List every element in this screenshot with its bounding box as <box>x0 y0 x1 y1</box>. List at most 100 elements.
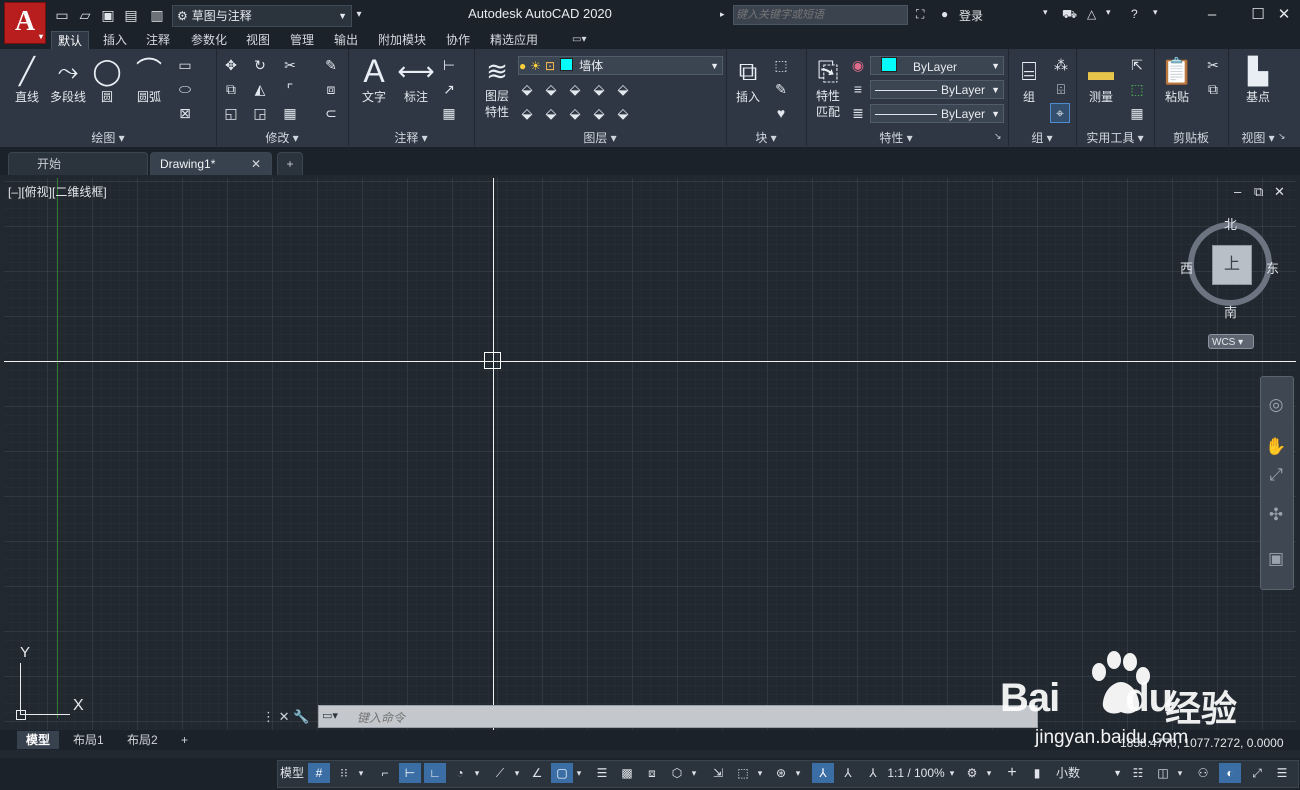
annotation-monitor-icon[interactable]: + <box>1001 763 1023 783</box>
model-space-button[interactable]: 模型 <box>279 763 305 783</box>
isodraft-icon[interactable]: ⟋ <box>489 763 511 783</box>
3d-osnap-icon[interactable]: ⬡ <box>666 763 688 783</box>
open-file-icon[interactable]: ▱ <box>76 6 94 24</box>
save-as-icon[interactable]: ▤ <box>122 6 140 24</box>
tab-output[interactable]: 输出 <box>328 31 364 49</box>
viewport-minimize-icon[interactable]: – <box>1234 184 1241 199</box>
dynamic-input-icon[interactable]: ⊢ <box>399 763 421 783</box>
close-icon[interactable]: ✕ <box>1272 4 1296 26</box>
tab-home[interactable]: 默认 <box>51 31 90 50</box>
block-panel-title[interactable]: 块 ▾ <box>726 130 806 146</box>
compass-west[interactable]: 西 <box>1180 258 1193 277</box>
help-chevron-icon[interactable]: ▾ <box>1153 7 1158 18</box>
layer-properties-button[interactable]: ≋ 图层 特性 <box>478 54 516 120</box>
trim-icon[interactable]: ✂ <box>281 56 299 74</box>
layer-tool-6-icon[interactable]: ⬙ <box>518 104 536 122</box>
clean-screen-icon[interactable]: ⤢ <box>1246 763 1268 783</box>
mirror-icon[interactable]: ◭ <box>251 80 269 98</box>
base-button[interactable]: ▙ 基点 <box>1236 54 1280 105</box>
color-wheel-icon[interactable]: ◉ <box>849 56 867 74</box>
save-icon[interactable]: ▣ <box>99 6 117 24</box>
isodraft-chevron-icon[interactable]: ▾ <box>511 763 523 783</box>
draw-panel-title[interactable]: 绘图 ▾ <box>0 130 216 146</box>
auto-scale-icon[interactable]: ⅄ <box>837 763 859 783</box>
binoculars-icon[interactable]: ⛶ <box>916 7 924 22</box>
ribbon-minimize-icon[interactable]: ▭▾ <box>566 31 592 49</box>
layer-tool-9-icon[interactable]: ⬙ <box>590 104 608 122</box>
modify-panel-title[interactable]: 修改 ▾ <box>216 130 348 146</box>
transparency-icon[interactable]: ▩ <box>616 763 638 783</box>
explode-icon[interactable]: ⧈ <box>322 80 340 98</box>
layer-dropdown[interactable]: ● ☀ ⊡ 墙体 ▼ <box>518 56 723 75</box>
group-edit-icon[interactable]: ⌹ <box>1052 80 1070 98</box>
annotation-scale-icon[interactable]: ⅄ <box>862 763 884 783</box>
command-close-icon[interactable]: ✕ <box>279 709 290 724</box>
edit-block-icon[interactable]: ✎ <box>772 80 790 98</box>
line-button[interactable]: ╱ 直线 <box>8 54 46 105</box>
add-layout-icon[interactable]: + <box>172 731 197 749</box>
text-button[interactable]: A 文字 <box>356 54 392 105</box>
layer-tool-2-icon[interactable]: ⬙ <box>542 80 560 98</box>
stretch-icon[interactable]: ◱ <box>222 104 240 122</box>
linetype-icon[interactable]: ≡ <box>849 80 867 98</box>
workspace-dropdown[interactable]: ⚙ 草图与注释 ▼ <box>172 5 352 27</box>
polyline-button[interactable]: ⤳ 多段线 <box>47 54 89 105</box>
compass-south[interactable]: 南 <box>1224 302 1237 321</box>
viewcube-top-face[interactable]: 上 <box>1212 245 1252 285</box>
tab-layout1[interactable]: 布局1 <box>64 731 113 749</box>
rotate-icon[interactable]: ↻ <box>251 56 269 74</box>
layer-tool-1-icon[interactable]: ⬙ <box>518 80 536 98</box>
hatch-icon[interactable]: ⬭ <box>176 80 194 98</box>
lock-chevron-icon[interactable]: ▾ <box>1174 763 1186 783</box>
isolate-objects-icon[interactable]: ⚇ <box>1192 763 1214 783</box>
layer-tool-3-icon[interactable]: ⬙ <box>566 80 584 98</box>
compass-east[interactable]: 东 <box>1266 258 1279 277</box>
paste-button[interactable]: 📋 粘贴 <box>1158 54 1196 105</box>
infer-constraints-icon[interactable]: ⌐ <box>374 763 396 783</box>
boundary-icon[interactable]: ⊠ <box>176 104 194 122</box>
customize-qat-icon[interactable]: ▾ <box>350 6 368 24</box>
offset-icon[interactable]: ⊂ <box>322 104 340 122</box>
clipboard-panel-title[interactable]: 剪贴板 <box>1154 130 1228 146</box>
annotation-scale-value[interactable]: 1:1 / 100% <box>884 763 948 783</box>
table-icon[interactable]: ▦ <box>440 104 458 122</box>
circle-button[interactable]: ◯ 圆 <box>89 54 125 105</box>
tab-addins[interactable]: 附加模块 <box>372 31 432 49</box>
insert-button[interactable]: ⧉ 插入 <box>730 54 766 105</box>
lineweight-display-icon[interactable]: ☰ <box>591 763 613 783</box>
color-dropdown[interactable]: ByLayer ▼ <box>870 56 1004 75</box>
compass-north[interactable]: 北 <box>1224 214 1237 233</box>
utilities-panel-title[interactable]: 实用工具 ▾ <box>1076 130 1154 146</box>
fillet-icon[interactable]: ⌜ <box>281 80 299 98</box>
annotation-panel-title[interactable]: 注释 ▾ <box>348 130 474 146</box>
lock-ui-icon[interactable]: ◫ <box>1152 763 1174 783</box>
leader-icon[interactable]: ↗ <box>440 80 458 98</box>
3d-osnap-chevron-icon[interactable]: ▾ <box>688 763 700 783</box>
calculator-icon[interactable]: ▦ <box>1128 104 1146 122</box>
create-block-icon[interactable]: ⬚ <box>772 56 790 74</box>
login-chevron-icon[interactable]: ▾ <box>1043 7 1048 18</box>
layers-panel-title[interactable]: 图层 ▾ <box>474 130 726 146</box>
a360-chevron-icon[interactable]: ▾ <box>1106 7 1111 18</box>
autocad-logo-button[interactable]: A ▾ <box>4 2 46 44</box>
selection-filter-icon[interactable]: ⬚ <box>732 763 754 783</box>
cart-icon[interactable]: ⛟ <box>1062 7 1077 23</box>
properties-panel-title[interactable]: 特性 ▾ <box>806 130 986 146</box>
viewport-close-icon[interactable]: ✕ <box>1274 184 1285 200</box>
tab-annotate[interactable]: 注释 <box>140 31 176 49</box>
copy-clip-icon[interactable]: ⧉ <box>1204 80 1222 98</box>
new-tab-plus-icon[interactable]: + <box>277 152 303 175</box>
snap-toggle-icon[interactable]: ⁝⁝ <box>333 763 355 783</box>
annotation-visibility-icon[interactable]: ⅄ <box>812 763 834 783</box>
snap-chevron-icon[interactable]: ▾ <box>355 763 367 783</box>
hardware-acceleration-icon[interactable]: ◐ <box>1219 763 1241 783</box>
grip-handle-icon[interactable]: ⋮ <box>262 709 275 724</box>
group-select-icon[interactable]: ⌖ <box>1050 103 1070 123</box>
scale-chevron-icon[interactable]: ▾ <box>946 763 958 783</box>
gizmo-chevron-icon[interactable]: ▾ <box>792 763 804 783</box>
orbit-icon[interactable]: ✣ <box>1263 504 1289 526</box>
gizmo-icon[interactable]: ⊛ <box>770 763 792 783</box>
match-properties-button[interactable]: ⎘ 特性 匹配 <box>810 54 846 120</box>
tab-layout2[interactable]: 布局2 <box>118 731 167 749</box>
wcs-menu[interactable]: WCS ▾ <box>1208 334 1254 349</box>
